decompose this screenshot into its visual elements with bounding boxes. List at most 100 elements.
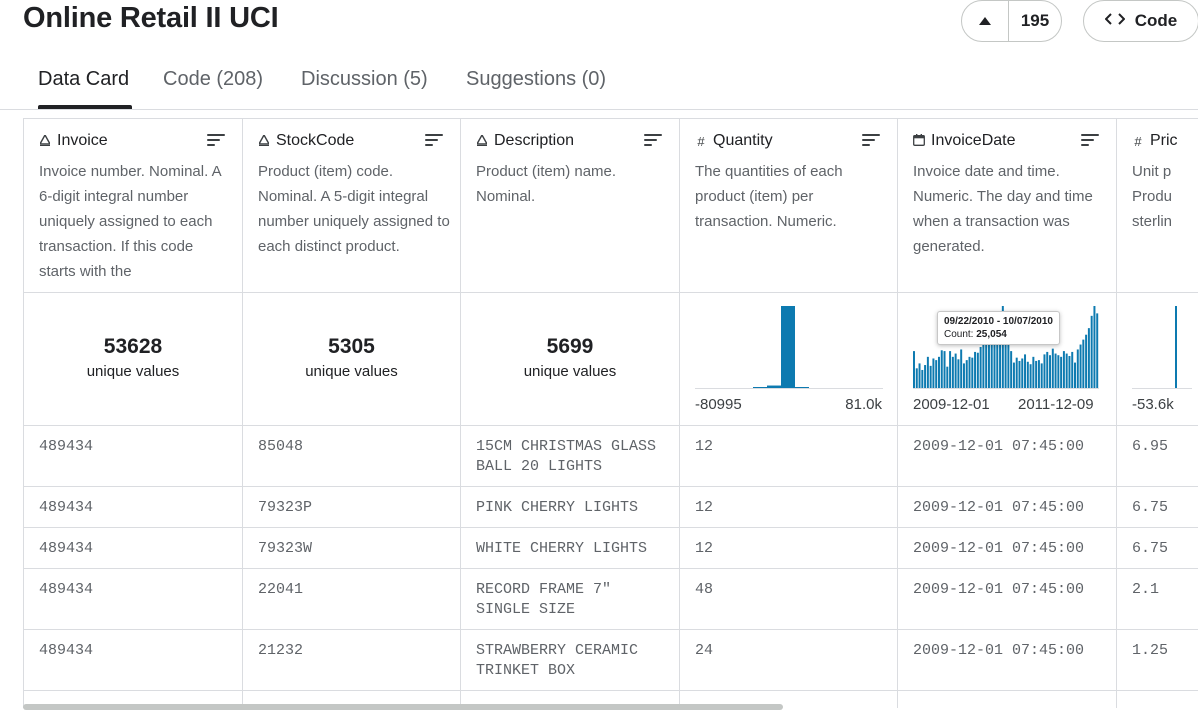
histogram-bar[interactable] xyxy=(1093,306,1096,388)
histogram-bar[interactable] xyxy=(1032,356,1035,388)
histogram-bar[interactable] xyxy=(968,356,971,388)
table-cell: 1.25 xyxy=(1132,642,1169,659)
code-button-label: Code xyxy=(1134,11,1178,30)
table-cell: 15CM CHRISTMAS GLASS BALL 20 LIGHTS xyxy=(476,438,666,475)
histogram-bar[interactable] xyxy=(1024,354,1027,388)
histogram-bar[interactable] xyxy=(924,365,927,388)
unique-values-summary: 5305 unique values xyxy=(243,335,460,380)
histogram-bar[interactable] xyxy=(1035,360,1038,388)
histogram-bar[interactable] xyxy=(1076,349,1079,388)
histogram-bar[interactable] xyxy=(1082,339,1085,388)
column-header[interactable]: Description xyxy=(475,132,574,150)
histogram-bar[interactable] xyxy=(1096,313,1099,388)
sort-icon[interactable] xyxy=(644,134,662,148)
histogram-bar[interactable] xyxy=(1071,351,1074,388)
histogram-bar[interactable] xyxy=(979,347,982,388)
horizontal-scrollbar[interactable] xyxy=(23,704,783,710)
histogram-bar[interactable] xyxy=(932,358,935,388)
upvote-arrow-icon[interactable] xyxy=(962,1,1009,41)
histogram-bar[interactable] xyxy=(943,351,946,388)
sort-icon[interactable] xyxy=(862,134,880,148)
histogram-bar[interactable] xyxy=(971,357,974,388)
histogram-bar[interactable] xyxy=(1012,362,1015,388)
histogram-bar[interactable] xyxy=(1029,364,1032,388)
histogram-bar[interactable] xyxy=(1068,356,1071,388)
histogram-bar[interactable] xyxy=(921,369,924,388)
histogram-bar[interactable] xyxy=(1015,357,1018,388)
histogram-bar[interactable] xyxy=(767,385,781,388)
price-histogram[interactable] xyxy=(1132,302,1192,392)
table-cell: 489434 xyxy=(39,642,94,659)
histogram-bar[interactable] xyxy=(962,363,965,388)
column-name: Quantity xyxy=(713,132,773,149)
histogram-bar[interactable] xyxy=(1021,358,1024,388)
histogram-bar[interactable] xyxy=(1046,351,1049,388)
histogram-bar[interactable] xyxy=(1043,354,1046,388)
upvote-control[interactable]: 195 xyxy=(961,0,1062,42)
histogram-bar[interactable] xyxy=(1062,351,1065,388)
histogram-bar[interactable] xyxy=(937,356,940,388)
histogram-bar[interactable] xyxy=(926,356,929,388)
table-cell: 12 xyxy=(695,438,714,455)
histogram-bar[interactable] xyxy=(1065,353,1068,388)
sort-icon[interactable] xyxy=(207,134,225,148)
histogram-bar[interactable] xyxy=(1026,361,1029,388)
table-cell: 22041 xyxy=(258,581,304,598)
table-cell: 12 xyxy=(695,540,714,557)
quantity-histogram[interactable] xyxy=(695,302,883,392)
histogram-bar[interactable] xyxy=(929,365,932,388)
histogram-bar[interactable] xyxy=(1040,363,1043,388)
histogram-bar[interactable] xyxy=(1060,356,1063,388)
table-cell: 489434 xyxy=(39,540,94,557)
table-cell: 85048 xyxy=(258,438,304,455)
histogram-bar[interactable] xyxy=(1049,355,1052,388)
table-cell: 489434 xyxy=(39,438,94,455)
histogram-bar[interactable] xyxy=(957,359,960,388)
histogram-bar[interactable] xyxy=(951,356,954,388)
histogram-bar[interactable] xyxy=(1175,306,1177,388)
histogram-bar[interactable] xyxy=(949,351,952,388)
code-button[interactable]: Code xyxy=(1083,0,1198,42)
histogram-bar[interactable] xyxy=(1054,353,1057,388)
histogram-bar[interactable] xyxy=(781,306,795,388)
histogram-bar[interactable] xyxy=(954,353,957,388)
histogram-bar[interactable] xyxy=(1087,328,1090,388)
histogram-bar[interactable] xyxy=(960,349,963,388)
histogram-bar[interactable] xyxy=(1010,351,1013,388)
histogram-bar[interactable] xyxy=(946,366,949,388)
sort-icon[interactable] xyxy=(425,134,443,148)
histogram-bar[interactable] xyxy=(753,387,767,388)
column-header[interactable]: StockCode xyxy=(257,132,355,150)
histogram-bar[interactable] xyxy=(935,360,938,388)
unique-label: unique values xyxy=(523,363,617,380)
histogram-bar[interactable] xyxy=(795,387,809,388)
histogram-bar[interactable] xyxy=(1085,334,1088,388)
tab-discussion[interactable]: Discussion (5) xyxy=(301,68,428,91)
histogram-bar[interactable] xyxy=(965,360,968,388)
tab-code[interactable]: Code (208) xyxy=(163,68,263,91)
histogram-bar[interactable] xyxy=(1057,355,1060,388)
histogram-bar[interactable] xyxy=(913,351,915,388)
column-header[interactable]: Invoice xyxy=(38,132,108,150)
sort-icon[interactable] xyxy=(1081,134,1099,148)
tab-data-card[interactable]: Data Card xyxy=(38,68,129,91)
histogram-bar[interactable] xyxy=(1037,360,1040,388)
column-header[interactable]: InvoiceDate xyxy=(913,132,1016,150)
histogram-bar[interactable] xyxy=(915,368,918,388)
column-header[interactable]: # Pric xyxy=(1132,132,1177,150)
histogram-bar[interactable] xyxy=(940,350,943,388)
histogram-axis-min: -80995 xyxy=(695,396,742,413)
histogram-bar[interactable] xyxy=(918,363,921,388)
tab-suggestions[interactable]: Suggestions (0) xyxy=(466,68,606,91)
data-preview-table: Invoice Invoice number. Nominal. A 6-dig… xyxy=(23,118,1198,708)
histogram-bar[interactable] xyxy=(1079,344,1082,388)
histogram-bar[interactable] xyxy=(1051,348,1054,388)
column-name: StockCode xyxy=(276,132,355,149)
histogram-bar[interactable] xyxy=(1090,315,1093,388)
histogram-bar[interactable] xyxy=(985,338,988,388)
column-header[interactable]: # Quantity xyxy=(695,132,773,150)
histogram-bar[interactable] xyxy=(976,352,979,388)
histogram-bar[interactable] xyxy=(1018,360,1021,388)
histogram-bar[interactable] xyxy=(974,351,977,388)
histogram-bar[interactable] xyxy=(1074,362,1076,388)
